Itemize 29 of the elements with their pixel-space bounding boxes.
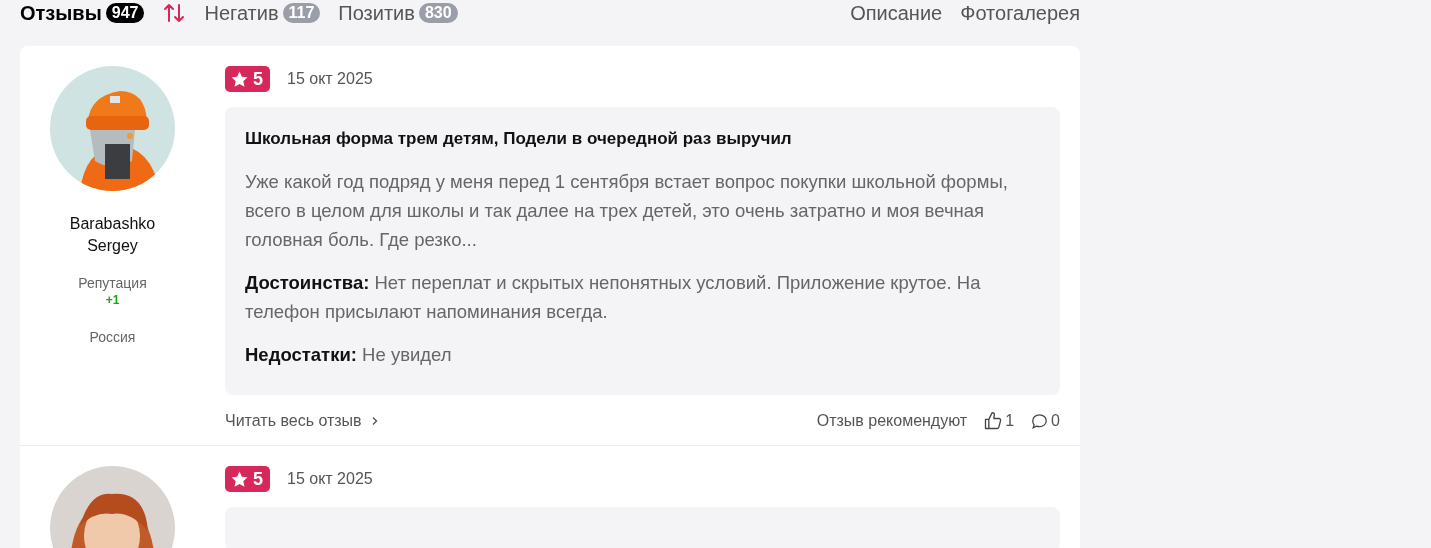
count-badge: 830 — [418, 3, 458, 23]
author-name[interactable]: Barabashko Sergey — [57, 213, 168, 257]
star-icon — [230, 69, 249, 89]
comment-count: 0 — [1051, 412, 1060, 430]
review-title: Школьная форма трем детям, Подели в очередной раз выручил — [245, 129, 793, 149]
rating-badge: 5 — [225, 466, 270, 492]
recommend-label: Отзыв рекомендуют — [816, 412, 968, 430]
section-link[interactable]: Фотогалерея — [960, 1, 1080, 25]
author-country: Россия — [89, 329, 136, 345]
count-badge: 947 — [105, 3, 145, 23]
review-pros: Достоинства: Нет переплат и скрытых непонятных условий. Приложение крутое. На телефон присылают напоминания всегда. — [245, 271, 982, 324]
review-date: 15 окт 2025 — [287, 470, 373, 488]
sort-arrows-icon[interactable] — [162, 1, 187, 25]
review-filter-tab[interactable]: Отзывы 947 — [20, 1, 145, 25]
review-date: 15 окт 2025 — [287, 70, 373, 88]
review-filter-tab[interactable]: Позитив 830 — [338, 1, 458, 25]
reputation-label: Репутация — [78, 275, 147, 291]
rating-badge: 5 — [225, 66, 270, 92]
star-icon — [230, 469, 249, 489]
like-count: 1 — [1005, 412, 1015, 430]
count-badge: 117 — [282, 3, 321, 23]
review-text: Уже какой год подряд у меня перед 1 сентября встает вопрос покупки школьной формы, всего в целом для школы и так далее на трех детей, это очень затратно и моя вечная головная боль. Где резко... — [245, 170, 1009, 252]
reputation-value: +1 — [105, 293, 120, 307]
review-cons: Недостатки: Не увидел — [245, 343, 453, 367]
comment-icon[interactable] — [1030, 411, 1050, 431]
read-more-link[interactable]: Читать весь отзыв — [225, 412, 380, 430]
section-link[interactable]: Описание — [850, 1, 943, 25]
thumbs-up-icon[interactable] — [983, 411, 1004, 431]
review-filter-tab[interactable]: Негатив 117 — [204, 1, 321, 25]
